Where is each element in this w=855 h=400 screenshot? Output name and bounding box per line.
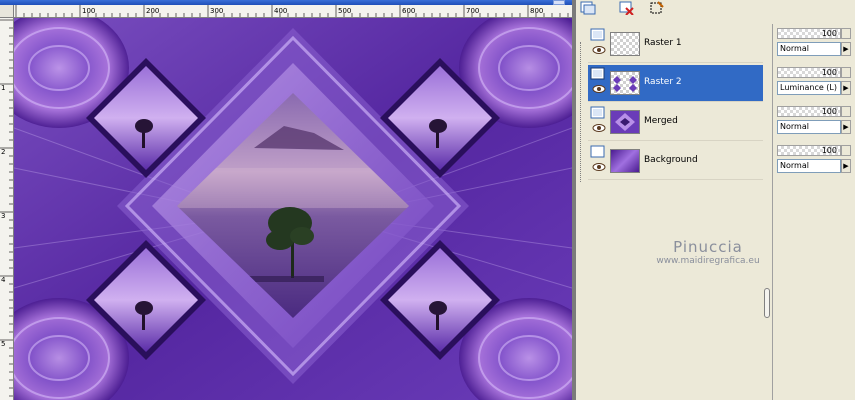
layer-name: Raster 2 [644, 77, 682, 87]
vruler-label: 3 [1, 212, 5, 220]
watermark-name: Pinuccia [673, 238, 743, 256]
layer-row-background[interactable]: Background [588, 143, 763, 180]
layer-visibility-icon[interactable] [590, 67, 607, 81]
blend-mode-select[interactable]: Normal [777, 120, 841, 134]
layer-visibility-icon[interactable] [590, 28, 607, 42]
layer-name: Raster 1 [644, 38, 682, 48]
blend-mode-select[interactable]: Normal [777, 42, 841, 56]
watermark-url: www.maidiregrafica.eu [656, 256, 760, 266]
opacity-arrow-button[interactable] [841, 106, 851, 117]
layer-name: Background [644, 155, 698, 165]
hruler-label: 100 [82, 7, 95, 15]
watermark: Pinuccia www.maidiregrafica.eu [643, 238, 773, 266]
vruler-label: 4 [1, 276, 6, 284]
eye-icon[interactable] [592, 84, 606, 94]
image-canvas[interactable] [14, 18, 572, 400]
hruler-label: 600 [402, 7, 415, 15]
vruler-label: 5 [1, 340, 5, 348]
hruler-label: 800 [530, 7, 543, 15]
eye-icon[interactable] [592, 162, 606, 172]
artwork-image [14, 18, 572, 400]
new-layer-icon[interactable] [579, 0, 597, 16]
layer-row-raster-1[interactable]: Raster 1 [588, 26, 763, 63]
layers-toolbar [576, 0, 855, 20]
eye-icon[interactable] [592, 45, 606, 55]
layers-palette: Raster 1 Raster 2 Merged Background Pinu… [576, 0, 855, 400]
vruler-label: 1 [1, 84, 5, 92]
layer-thumbnail [610, 32, 640, 56]
palette-splitter[interactable] [764, 288, 770, 318]
opacity-arrow-button[interactable] [841, 28, 851, 39]
opacity-slider[interactable]: 100 [777, 145, 841, 156]
blend-dropdown-arrow-icon[interactable]: ▶ [841, 81, 851, 95]
edit-selection-icon[interactable] [648, 0, 666, 16]
opacity-arrow-button[interactable] [841, 145, 851, 156]
vertical-ruler[interactable]: 1 2 3 4 5 [0, 18, 14, 400]
layer-props-background: 100 Normal ▶ [777, 143, 853, 177]
hruler-label: 700 [466, 7, 479, 15]
hruler-label: 200 [146, 7, 159, 15]
opacity-slider[interactable]: 100 [777, 67, 841, 78]
layer-row-merged[interactable]: Merged [588, 104, 763, 141]
horizontal-ruler[interactable]: 100 200 300 400 500 600 700 800 [14, 5, 572, 18]
vruler-label: 2 [1, 148, 5, 156]
layer-visibility-icon[interactable] [590, 145, 607, 159]
delete-layer-icon[interactable] [618, 0, 636, 16]
layer-name: Merged [644, 116, 678, 126]
layer-visibility-icon[interactable] [590, 106, 607, 120]
blend-mode-select[interactable]: Luminance (L) [777, 81, 841, 95]
ruler-corner [0, 5, 14, 18]
hruler-label: 500 [338, 7, 351, 15]
layer-props-raster-1: 100 Normal ▶ [777, 26, 853, 60]
layer-thumbnail [610, 71, 640, 95]
layer-thumbnail [610, 149, 640, 173]
layer-thumbnail [610, 110, 640, 134]
blend-dropdown-arrow-icon[interactable]: ▶ [841, 120, 851, 134]
blend-mode-select[interactable]: Normal [777, 159, 841, 173]
hruler-label: 400 [274, 7, 287, 15]
opacity-slider[interactable]: 100 [777, 28, 841, 39]
blend-dropdown-arrow-icon[interactable]: ▶ [841, 159, 851, 173]
layer-row-raster-2[interactable]: Raster 2 [588, 65, 763, 102]
layer-props-raster-2: 100 Luminance (L) ▶ [777, 65, 853, 99]
hruler-label: 300 [210, 7, 223, 15]
opacity-arrow-button[interactable] [841, 67, 851, 78]
layer-props-merged: 100 Normal ▶ [777, 104, 853, 138]
opacity-slider[interactable]: 100 [777, 106, 841, 117]
eye-icon[interactable] [592, 123, 606, 133]
layer-list: Raster 1 Raster 2 Merged Background Pinu… [576, 24, 770, 400]
layer-properties: 100 Normal ▶ 100 Luminance (L) ▶ 100 Nor… [772, 24, 855, 400]
blend-dropdown-arrow-icon[interactable]: ▶ [841, 42, 851, 56]
document-window: 100 200 300 400 500 600 700 800 1 2 3 4 … [0, 0, 576, 400]
